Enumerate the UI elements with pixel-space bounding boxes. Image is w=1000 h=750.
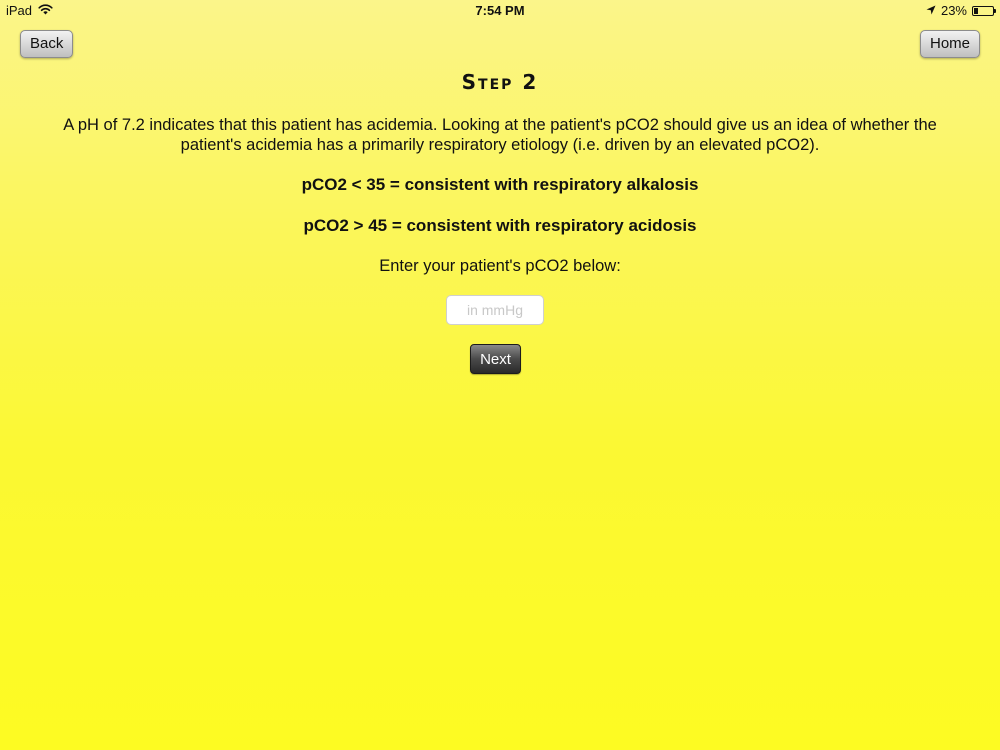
location-arrow-icon	[926, 3, 936, 18]
intro-text: A pH of 7.2 indicates that this patient …	[63, 116, 937, 154]
page-title: Step 2	[461, 70, 539, 94]
rule-acidosis: pCO2 > 45 = consistent with respiratory …	[303, 216, 697, 235]
home-button[interactable]: Home	[919, 30, 980, 58]
status-right: 23%	[926, 3, 996, 18]
back-button[interactable]: Back	[20, 30, 74, 58]
battery-icon	[972, 5, 996, 16]
status-bar: iPad 7:54 PM 23%	[0, 0, 1000, 22]
battery-percent: 23%	[940, 3, 967, 18]
pco2-prompt: Enter your patient's pCO2 below:	[379, 257, 621, 275]
rule-alkalosis: pCO2 < 35 = consistent with respiratory …	[301, 175, 699, 194]
pco2-input[interactable]	[446, 295, 544, 325]
status-time: 7:54 PM	[475, 3, 525, 18]
next-button[interactable]: Next	[470, 344, 521, 374]
battery-fill	[974, 7, 978, 14]
